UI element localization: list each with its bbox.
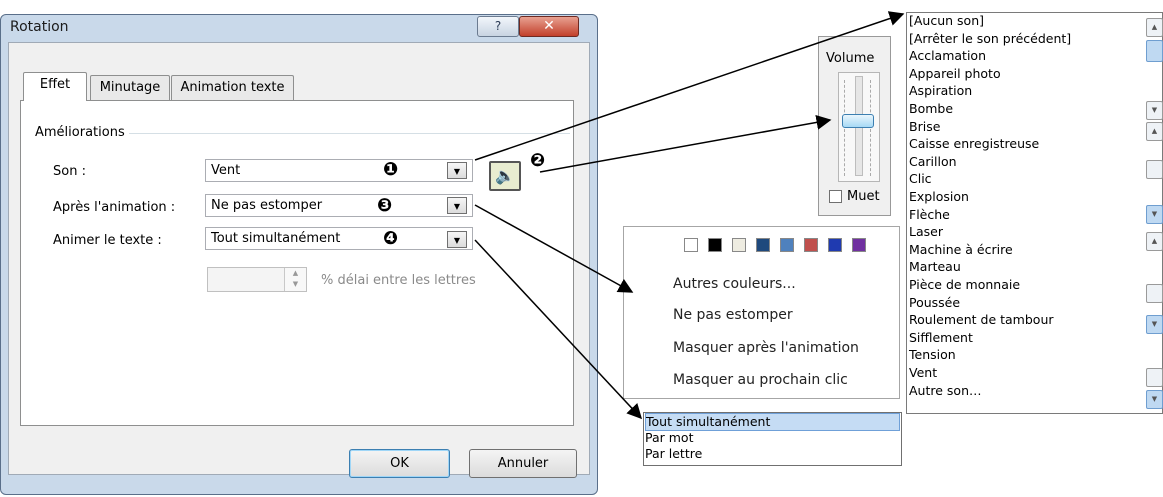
arrow-text-list (474, 239, 643, 420)
arrow-volume (539, 115, 832, 173)
arrow-sound-list (474, 11, 905, 161)
arrow-after-menu (474, 204, 634, 293)
callout-arrows (474, 11, 905, 420)
tab-effet[interactable]: Effet (23, 72, 87, 101)
